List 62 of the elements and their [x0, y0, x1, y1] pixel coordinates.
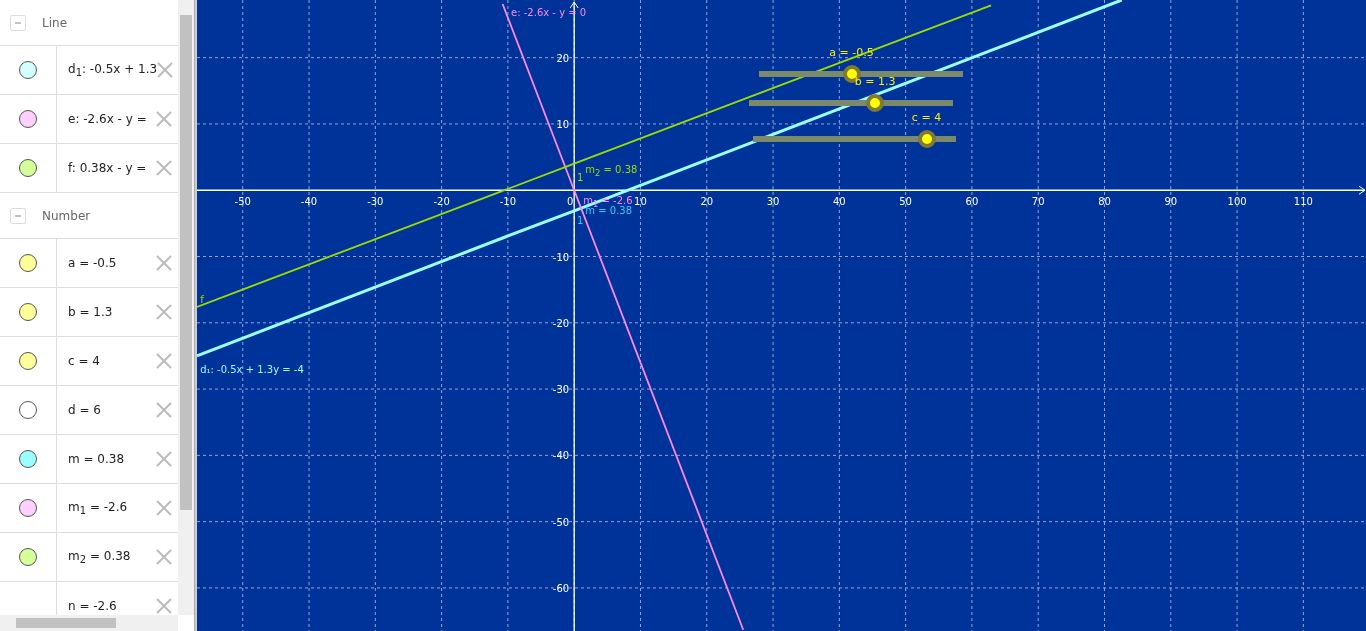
graph-label: 1: [577, 214, 584, 227]
slider-handle[interactable]: [842, 65, 861, 83]
algebra-entry[interactable]: f: 0.38x - y =: [57, 161, 156, 175]
tick-label: -50: [234, 196, 251, 208]
tick-label: -10: [552, 251, 570, 263]
graph-line[interactable]: [501, 3, 744, 631]
graph-label: m$_{2}$ = 0.38: [585, 164, 638, 180]
visibility-toggle[interactable]: [19, 352, 37, 370]
slider-label: c = 4: [911, 111, 942, 124]
tick-label: 80: [1098, 196, 1111, 208]
visibility-toggle[interactable]: [19, 61, 37, 79]
graph-label: 1: [577, 172, 584, 185]
algebra-entry[interactable]: n = -2.6: [57, 599, 156, 613]
visibility-toggle[interactable]: [19, 548, 37, 566]
tick-label: 70: [1031, 196, 1045, 208]
tick-label: -10: [499, 196, 516, 208]
tick-label: 60: [965, 196, 979, 208]
slider-handle[interactable]: [917, 130, 936, 148]
slider-handle[interactable]: [866, 94, 885, 112]
slider-label: b = 1.3: [854, 75, 896, 88]
visibility-toggle[interactable]: [19, 499, 37, 517]
line-label: f: [200, 293, 204, 306]
visibility-toggle[interactable]: [19, 110, 37, 128]
tick-label: -30: [367, 196, 384, 208]
visibility-toggle[interactable]: [19, 254, 37, 272]
algebra-entry[interactable]: m$_{1}$ = -2.6: [57, 499, 156, 517]
algebra-entry[interactable]: c = 4: [57, 354, 156, 368]
graph-line[interactable]: [196, 4, 992, 308]
algebra-entry[interactable]: d = 6: [57, 403, 156, 417]
visibility-toggle[interactable]: [19, 303, 37, 321]
tick-label: -40: [300, 196, 318, 208]
tick-label: 40: [832, 196, 846, 208]
visibility-toggle[interactable]: [19, 159, 37, 177]
tick-label: -20: [552, 317, 570, 329]
algebra-entry[interactable]: m = 0.38: [57, 452, 156, 466]
horizontal-scrollbar[interactable]: [0, 615, 178, 631]
visibility-toggle[interactable]: [19, 401, 37, 419]
group-label: Line: [42, 15, 67, 30]
tick-label: -40: [552, 450, 570, 462]
tick-label: 20: [556, 52, 570, 64]
tick-label: 100: [1227, 196, 1247, 208]
tick-label: 30: [766, 196, 780, 208]
tick-label: 10: [633, 196, 647, 208]
tick-label: 10: [556, 118, 570, 130]
visibility-toggle[interactable]: [19, 450, 37, 468]
tick-label: 90: [1164, 196, 1177, 208]
tick-label: 110: [1293, 196, 1313, 208]
tick-label: -20: [433, 196, 450, 208]
line-label: d₁: -0.5x + 1.3y = -4: [200, 363, 304, 376]
tick-label: 20: [700, 196, 713, 208]
tick-label: -30: [552, 384, 570, 396]
tick-label: -60: [552, 582, 570, 594]
tick-label: 50: [899, 196, 912, 208]
algebra-entry[interactable]: b = 1.3: [57, 305, 156, 319]
tick-label: -50: [552, 516, 570, 528]
algebra-entry[interactable]: a = -0.5: [57, 256, 156, 270]
algebra-entry[interactable]: d$_{1}$: -0.5x + 1.3: [57, 61, 158, 79]
algebra-entry[interactable]: m$_{2}$ = 0.38: [57, 548, 156, 566]
algebra-entry[interactable]: e: -2.6x - y =: [57, 112, 156, 126]
tick-label: 0: [566, 196, 574, 208]
vertical-scrollbar[interactable]: [177, 0, 194, 615]
group-label: Number: [42, 208, 91, 223]
